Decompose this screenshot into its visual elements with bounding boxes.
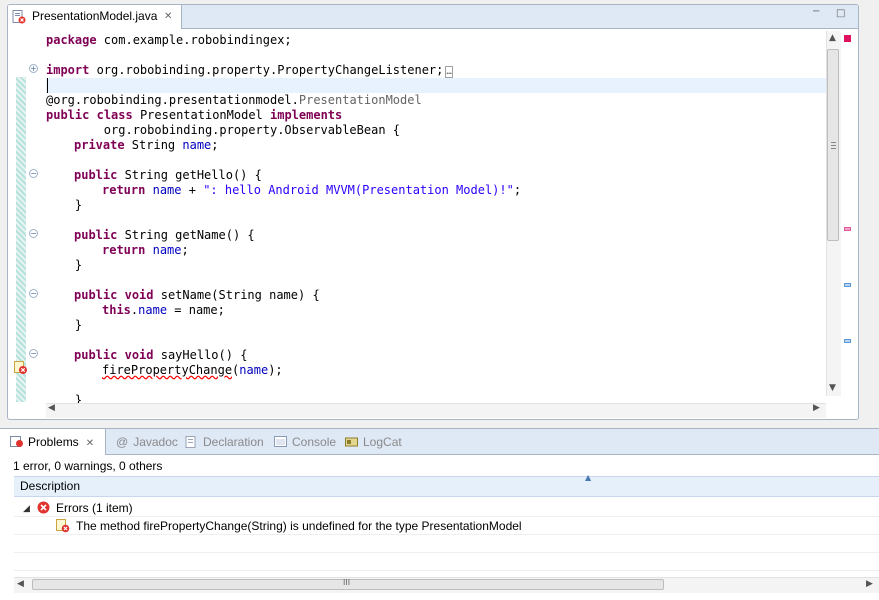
code-line-close-brace: }	[46, 258, 83, 272]
java-editor[interactable]: PresentationModel.java ✕ − □ + − − − − p…	[7, 4, 859, 420]
error-icon	[37, 501, 50, 514]
description-column-header[interactable]: Description ▲	[14, 473, 879, 497]
collapse-fold-icon[interactable]: −	[29, 289, 38, 298]
sort-ascending-icon: ▲	[585, 473, 592, 482]
logcat-icon	[345, 437, 358, 447]
errors-group-row[interactable]: ◢ Errors (1 item)	[14, 499, 879, 517]
code-line-sayhello: public void sayHello() {	[74, 348, 248, 362]
overview-error-marker[interactable]	[844, 227, 851, 231]
scroll-down-icon[interactable]: ▼	[829, 383, 836, 393]
scroll-up-icon[interactable]: ▲	[829, 33, 836, 43]
code-line-gethello: public String getHello() {	[74, 168, 262, 182]
scroll-right-icon[interactable]: ▶	[813, 403, 820, 413]
scroll-right-icon[interactable]: ▶	[866, 579, 873, 589]
views-tab-bar: Problems ✕ @ Javadoc Declaration Console L…	[0, 429, 879, 455]
close-tab-icon[interactable]: ✕	[164, 11, 172, 22]
code-line-return-hello: return name + ": hello Android MVVM(Pres…	[102, 183, 522, 197]
overview-occurrence-marker[interactable]	[844, 339, 851, 343]
maximize-icon[interactable]: □	[836, 8, 845, 19]
description-column-label: Description	[20, 479, 81, 493]
scroll-left-icon[interactable]: ◀	[17, 579, 24, 589]
problems-scroll-thumb[interactable]: III	[32, 578, 664, 590]
code-line-close-brace: }	[46, 198, 83, 212]
tab-logcat[interactable]: LogCat	[345, 429, 402, 455]
scroll-left-icon[interactable]: ◀	[48, 403, 55, 413]
editor-tab-presentationmodel[interactable]: PresentationModel.java ✕	[8, 5, 182, 29]
problem-message: The method firePropertyChange(String) is…	[76, 519, 522, 533]
code-line-import: import org.robobinding.property.Property…	[46, 63, 453, 78]
collapse-fold-icon[interactable]: −	[29, 229, 38, 238]
minimize-icon[interactable]: −	[812, 6, 820, 17]
errors-group-label: Errors (1 item)	[56, 501, 133, 515]
javadoc-icon: @	[116, 435, 129, 449]
code-line-implements: org.robobinding.property.ObservableBean …	[46, 123, 401, 137]
close-tab-icon[interactable]: ✕	[86, 438, 94, 449]
quick-diff-bar	[16, 77, 26, 402]
empty-row	[14, 553, 879, 571]
collapse-fold-icon[interactable]: −	[29, 349, 38, 358]
code-line-close-brace: }	[46, 318, 83, 332]
editor-tab-bar: PresentationModel.java ✕ − □	[8, 5, 858, 29]
empty-row	[14, 535, 879, 553]
vertical-scroll-thumb[interactable]	[827, 49, 839, 241]
editor-tab-title: PresentationModel.java	[32, 9, 158, 23]
code-line-getname: public String getName() {	[74, 228, 255, 242]
problems-summary: 1 error, 0 warnings, 0 others	[13, 459, 163, 473]
folded-import-marker[interactable]: …	[445, 66, 453, 78]
code-line-setname: public void setName(String name) {	[74, 288, 320, 302]
tab-javadoc[interactable]: @ Javadoc	[116, 429, 178, 455]
java-error-icon	[56, 519, 70, 533]
problems-view: Problems ✕ @ Javadoc Declaration Console L…	[0, 428, 879, 600]
overview-occurrence-marker[interactable]	[844, 283, 851, 287]
tab-console[interactable]: Console	[274, 429, 336, 455]
scroll-grip: III	[343, 578, 351, 587]
error-marker-icon[interactable]	[14, 361, 28, 375]
code-line-field: private String name;	[74, 138, 219, 152]
code-line-fire-change: firePropertyChange(name);	[102, 363, 283, 377]
overview-error-icon[interactable]	[844, 35, 851, 42]
tab-declaration[interactable]: Declaration	[185, 429, 264, 455]
expand-fold-icon[interactable]: +	[29, 64, 38, 73]
code-line-class-decl: public class PresentationModel implement…	[46, 108, 343, 122]
problems-icon	[10, 436, 23, 447]
java-file-error-icon	[12, 10, 26, 24]
tree-expanded-icon[interactable]: ◢	[23, 499, 30, 517]
code-line-assign: this.name = name;	[102, 303, 225, 317]
console-icon	[274, 436, 287, 447]
problem-row[interactable]: The method firePropertyChange(String) is…	[14, 517, 879, 535]
code-line-return-name: return name;	[102, 243, 189, 257]
code-line-package: package com.example.robobindingex;	[46, 33, 292, 47]
horizontal-scrollbar[interactable]	[46, 403, 826, 418]
declaration-icon	[185, 436, 196, 448]
code-area[interactable]: package com.example.robobindingex; impor…	[46, 31, 826, 405]
tab-problems[interactable]: Problems ✕	[0, 429, 106, 455]
quick-diff-ruler	[12, 29, 26, 404]
collapse-fold-icon[interactable]: −	[29, 169, 38, 178]
code-line-annotation: @org.robobinding.presentationmodel.Prese…	[46, 93, 422, 107]
